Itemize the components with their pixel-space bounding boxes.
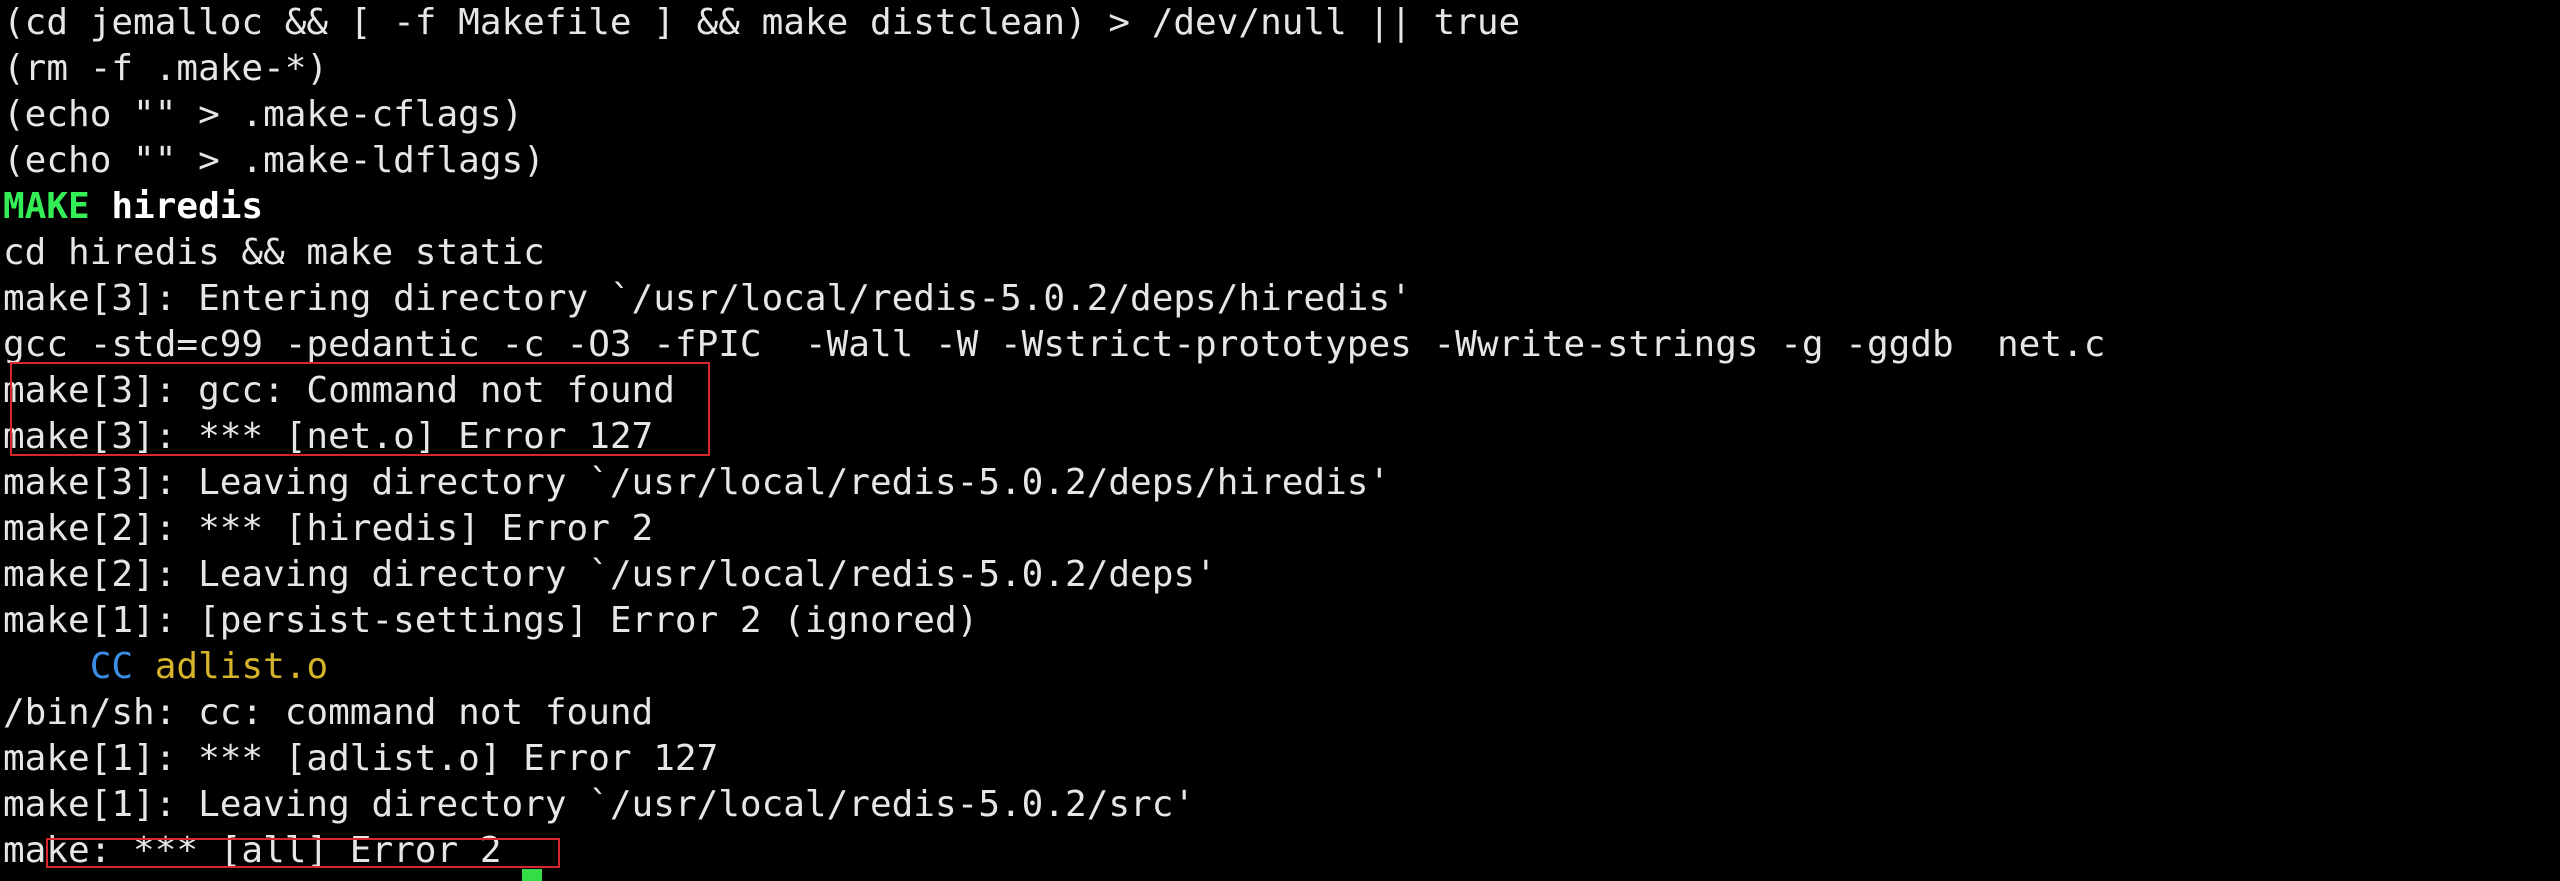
- terminal-line-cc-adlist: CC adlist.o: [3, 644, 328, 690]
- object-file: adlist.o: [133, 646, 329, 687]
- terminal-line: (rm -f .make-*): [3, 48, 329, 89]
- terminal-line: make[3]: Leaving directory `/usr/local/r…: [3, 462, 1391, 503]
- terminal-line: gcc -std=c99 -pedantic -c -O3 -fPIC -Wal…: [3, 324, 2106, 365]
- terminal-line: (echo "" > .make-ldflags): [3, 140, 545, 181]
- terminal-line-all-error: make: *** [all] Error 2: [3, 830, 502, 871]
- terminal-line: make[1]: [persist-settings] Error 2 (ign…: [3, 600, 979, 641]
- terminal-line: /bin/sh: cc: command not found: [3, 692, 654, 733]
- terminal-line: make[1]: *** [adlist.o] Error 127: [3, 738, 719, 779]
- make-tag: MAKE: [3, 186, 90, 227]
- terminal-cursor: [522, 869, 542, 881]
- terminal-line: make[3]: Entering directory `/usr/local/…: [3, 278, 1412, 319]
- terminal-line: (echo "" > .make-cflags): [3, 94, 524, 135]
- terminal-line: (cd jemalloc && [ -f Makefile ] && make …: [3, 2, 1521, 43]
- terminal-line-gcc-not-found: make[3]: gcc: Command not found: [3, 370, 675, 411]
- terminal-line: make[2]: *** [hiredis] Error 2: [3, 508, 654, 549]
- terminal-line-make-hiredis: MAKE hiredis: [3, 184, 263, 230]
- terminal-line-net-error: make[3]: *** [net.o] Error 127: [3, 416, 654, 457]
- terminal-window[interactable]: (cd jemalloc && [ -f Makefile ] && make …: [0, 0, 2560, 881]
- terminal-line: cd hiredis && make static: [3, 232, 545, 273]
- terminal-line: make[2]: Leaving directory `/usr/local/r…: [3, 554, 1217, 595]
- make-target: hiredis: [89, 186, 264, 227]
- terminal-line: make[1]: Leaving directory `/usr/local/r…: [3, 784, 1196, 825]
- cc-tag: CC: [89, 646, 134, 687]
